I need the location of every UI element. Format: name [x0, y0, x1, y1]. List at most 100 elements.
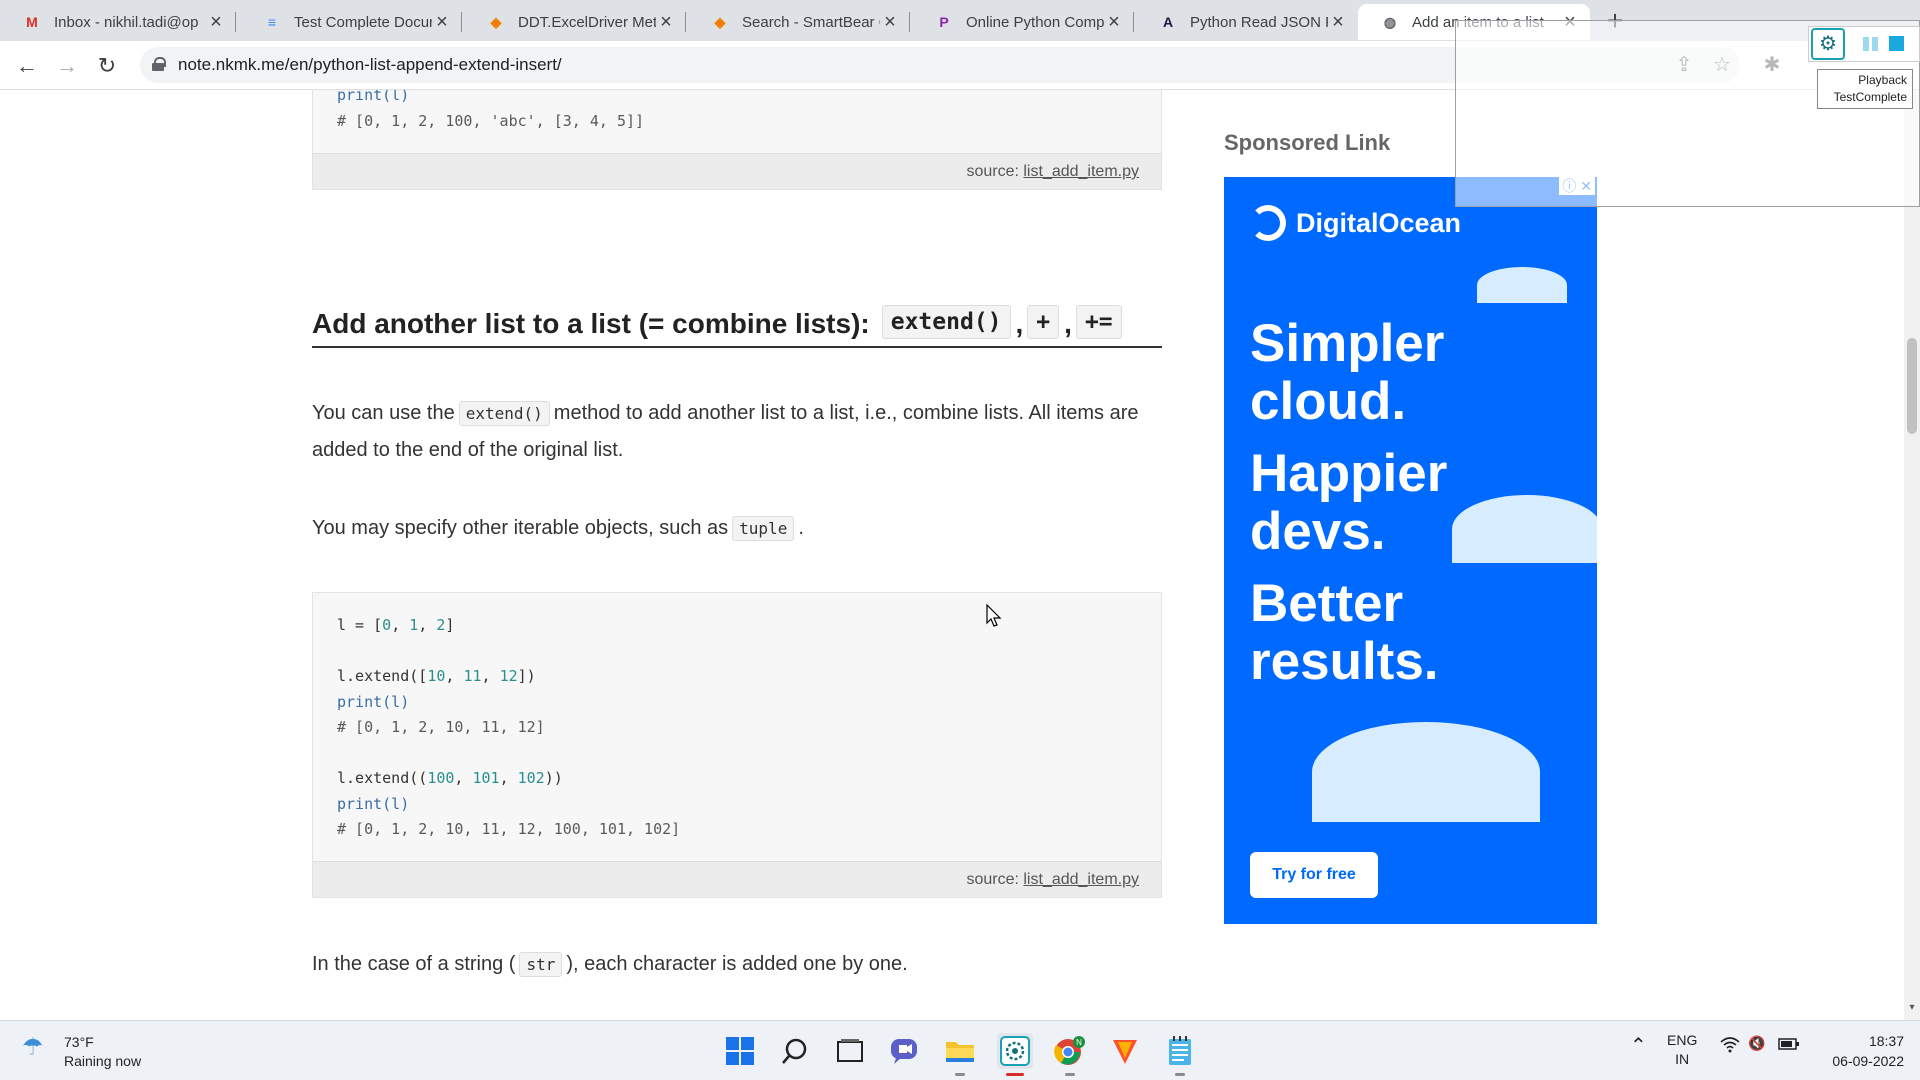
heading-code-plus: + [1027, 305, 1060, 339]
forward-button[interactable]: → [52, 51, 82, 81]
chrome-icon[interactable]: N [1052, 1033, 1088, 1076]
code-line: print(l) [337, 90, 410, 104]
lock-icon [152, 57, 166, 71]
ad-headline-line: Better [1250, 574, 1404, 633]
source-bar: source: list_add_item.py [313, 861, 1161, 897]
testcomplete-playback-toolbar: ⚙ [1808, 26, 1920, 62]
rain-umbrella-icon: ☂ [22, 1034, 44, 1061]
show-hidden-icons-chevron-icon[interactable]: ⌃ [1630, 1033, 1647, 1058]
tab-title: Python Read JSON Fil [1190, 13, 1328, 31]
section-heading: Add another list to a list (= combine li… [312, 305, 1162, 348]
paragraph-text: ), each character is added one by one. [566, 953, 908, 975]
google-docs-icon: ≡ [267, 14, 277, 30]
source-file-link[interactable]: list_add_item.py [1023, 163, 1139, 180]
back-button[interactable]: ← [12, 51, 42, 81]
volume-muted-icon[interactable]: 🔇 [1748, 1035, 1765, 1052]
code-line: # [0, 1, 2, 100, 'abc', [3, 4, 5]] [337, 111, 645, 130]
heading-comma: , [1015, 308, 1024, 339]
tab-title: Online Python Compil [966, 13, 1104, 31]
teams-chat-icon[interactable] [887, 1033, 923, 1069]
scrollbar-thumb[interactable] [1907, 338, 1917, 434]
task-view-icon[interactable] [832, 1033, 868, 1069]
browser-tab[interactable]: ◆ DDT.ExcelDriver Meth × [464, 4, 686, 40]
code-block-previous: print(l) # [0, 1, 2, 100, 'abc', [3, 4, … [312, 90, 1162, 190]
search-icon[interactable] [777, 1033, 813, 1069]
url-text[interactable]: note.nkmk.me/en/python-list-append-exten… [178, 55, 562, 75]
testcomplete-icon[interactable] [997, 1033, 1033, 1076]
tab-title: Test Complete Docum [294, 13, 432, 31]
code-listing: l = [0, 1, 2] l.extend([10, 11, 12]) pri… [313, 593, 1161, 843]
page-scrollbar[interactable]: ▾ [1904, 90, 1920, 1020]
code-line: print(l) [337, 692, 410, 711]
weather-widget[interactable]: ☂ 73°F Raining now [22, 1033, 141, 1071]
file-explorer-icon[interactable] [942, 1033, 978, 1076]
code-line: l.extend([10, 11, 12]) [337, 667, 536, 685]
close-tab-icon[interactable]: × [432, 11, 452, 34]
cloud-graphic [1452, 495, 1597, 563]
system-clock[interactable]: 18:37 06-09-2022 [1808, 1031, 1904, 1071]
tab-separator [461, 12, 462, 32]
battery-icon[interactable] [1778, 1037, 1800, 1054]
notepad-icon[interactable] [1162, 1033, 1198, 1076]
digitalocean-ad[interactable]: ⓘ ✕ DigitalOcean Simpler cloud. Happier … [1224, 177, 1597, 924]
browser-tab[interactable]: P Online Python Compil × [912, 4, 1134, 40]
heading-text: Add another list to a list (= combine li… [312, 308, 870, 339]
source-label: source: [966, 871, 1019, 888]
stop-icon[interactable] [1889, 36, 1904, 51]
tab-title: DDT.ExcelDriver Meth [518, 13, 656, 31]
weather-desc: Raining now [64, 1053, 142, 1069]
source-file-link[interactable]: list_add_item.py [1023, 871, 1139, 888]
smartbear-icon: ◆ [714, 13, 726, 30]
paragraph-text: In the case of a string ( [312, 953, 516, 975]
close-tab-icon[interactable]: × [1104, 11, 1124, 34]
gmail-icon: M [26, 14, 38, 30]
paragraph-text: . [798, 517, 804, 539]
inline-code: str [519, 952, 563, 977]
windows-start-icon[interactable] [722, 1033, 758, 1069]
language-indicator[interactable]: ENG IN [1667, 1031, 1697, 1069]
tab-separator [685, 12, 686, 32]
programiz-icon: P [939, 14, 949, 30]
tab-title: Search - SmartBear Co [742, 13, 880, 31]
paragraph-extend: You can use the extend() method to add ano… [312, 395, 1162, 468]
scroll-down-arrow-icon[interactable]: ▾ [1907, 1002, 1917, 1013]
svg-text:N: N [1076, 1038, 1082, 1047]
browser-tab[interactable]: ◆ Search - SmartBear Co× [688, 4, 910, 40]
tooltip-line: Playback [1858, 73, 1907, 87]
close-tab-icon[interactable]: × [206, 11, 226, 34]
code-line: print(l) [337, 794, 410, 813]
ad-headline-line: Happier [1250, 444, 1448, 503]
wifi-icon[interactable] [1720, 1037, 1740, 1056]
close-tab-icon[interactable]: × [656, 11, 676, 34]
ad-headline-line: Simpler [1250, 314, 1445, 373]
code-line: l.extend((100, 101, 102)) [337, 769, 563, 787]
tooltip-line: TestComplete [1833, 90, 1907, 104]
paragraph-text: You can use the [312, 402, 455, 424]
paragraph-string: In the case of a string (str), each char… [312, 946, 1162, 983]
testcomplete-logo-icon: ⚙ [1811, 28, 1845, 60]
browser-tab[interactable]: A Python Read JSON Fil × [1136, 4, 1358, 40]
inline-code: extend() [458, 401, 550, 426]
tab-separator [1133, 12, 1134, 32]
inline-code: tuple [732, 516, 795, 541]
region-code: IN [1675, 1051, 1690, 1067]
paragraph-text: You may specify other iterable objects, … [312, 517, 729, 539]
tab-separator [909, 12, 910, 32]
pause-icon[interactable] [1863, 37, 1879, 51]
page-content: print(l) # [0, 1, 2, 100, 'abc', [3, 4, … [0, 90, 1904, 1020]
digitalocean-logo-icon [1250, 205, 1286, 241]
code-block-extend: l = [0, 1, 2] l.extend([10, 11, 12]) pri… [312, 592, 1162, 898]
code-listing: print(l) # [0, 1, 2, 100, 'abc', [3, 4, … [313, 90, 1161, 134]
browser-tab[interactable]: ≡ Test Complete Docum × [240, 4, 462, 40]
cloud-graphic [1477, 267, 1567, 303]
close-tab-icon[interactable]: × [1328, 11, 1348, 34]
reload-button[interactable]: ↻ [92, 51, 122, 81]
screen: M Inbox - nikhil.tadi@op × ≡ Test Complete D… [0, 0, 1920, 1080]
paragraph-iterables: You may specify other iterable objects, … [312, 510, 1162, 547]
browser-tab[interactable]: M Inbox - nikhil.tadi@op × [0, 4, 236, 40]
brave-icon[interactable] [1107, 1033, 1143, 1069]
close-tab-icon[interactable]: × [880, 11, 900, 34]
try-for-free-button[interactable]: Try for free [1250, 852, 1378, 898]
heading-code-plus-equals: += [1075, 305, 1122, 339]
cloud-graphic [1312, 722, 1540, 822]
